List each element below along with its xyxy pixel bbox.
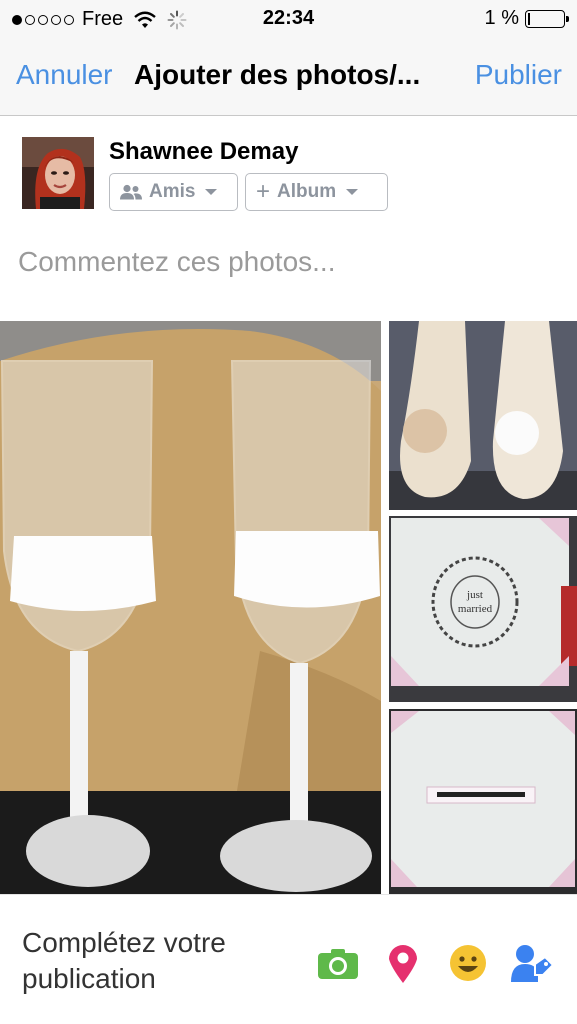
album-caption-married: married	[458, 603, 493, 615]
photo-card-box[interactable]	[389, 709, 577, 894]
plus-icon: +	[256, 178, 271, 205]
battery-percentage: 1 %	[484, 7, 519, 29]
comment-input[interactable]	[18, 246, 558, 278]
add-to-post-bar: Complétez votre publication	[0, 894, 577, 1024]
camera-icon[interactable]	[316, 941, 360, 985]
publish-button[interactable]: Publier	[475, 59, 562, 91]
battery-icon	[525, 9, 569, 28]
page-title: Ajouter des photos/...	[134, 59, 421, 90]
navigation-bar: Annuler Ajouter des photos/... Publier	[0, 38, 577, 116]
tag-people-icon[interactable]	[510, 941, 554, 985]
chevron-down-icon	[346, 189, 359, 195]
photo-wedding-shoes[interactable]	[389, 321, 577, 510]
audience-selector-button[interactable]: Amis	[109, 173, 238, 211]
album-selector-button[interactable]: + Album	[245, 173, 388, 211]
feeling-smiley-icon[interactable]	[446, 941, 490, 985]
avatar[interactable]	[22, 137, 94, 209]
battery-status: 1 %	[484, 7, 569, 30]
album-label: Album	[277, 181, 337, 202]
friends-icon	[120, 184, 142, 200]
audience-label: Amis	[149, 181, 196, 202]
chevron-down-icon	[205, 189, 218, 195]
photo-just-married-album[interactable]: just married	[389, 516, 577, 702]
album-caption-just: just	[466, 589, 483, 601]
cancel-button[interactable]: Annuler	[16, 59, 113, 91]
add-to-post-prompt: Complétez votre publication	[22, 927, 226, 994]
photo-champagne-glasses[interactable]	[0, 321, 381, 894]
status-bar: Free 22:34 1 %	[0, 0, 577, 38]
user-name: Shawnee Demay	[109, 138, 299, 165]
location-pin-icon[interactable]	[381, 941, 425, 985]
